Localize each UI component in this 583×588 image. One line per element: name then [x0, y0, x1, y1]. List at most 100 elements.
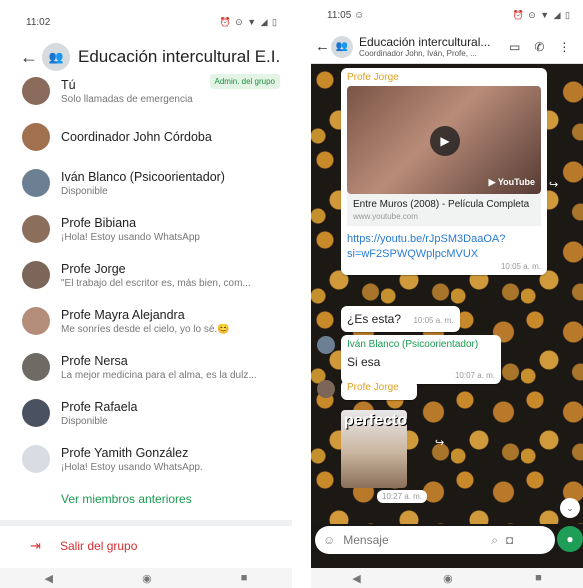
chat-title: Educación intercultural... — [359, 35, 491, 49]
status-time: 11:02 — [26, 16, 51, 28]
member-name: Profe Mayra Alejandra — [61, 307, 185, 322]
video-call-icon[interactable]: ▭ — [509, 40, 520, 54]
avatar — [22, 445, 50, 473]
member-name: Coordinador John Córdoba — [61, 130, 212, 144]
group-title[interactable]: Educación intercultural E.I. — [78, 47, 288, 67]
status-bar: 11:02 ⏰ ⊙ ▼ ◢ ▯ — [0, 0, 292, 44]
forward-icon[interactable]: ↪ — [549, 178, 558, 191]
nav-home-icon[interactable]: ◉ — [142, 572, 152, 585]
member-name: Iván Blanco (Psicoorientador) — [61, 169, 225, 184]
member-row-jorge[interactable]: Profe Jorge "El trabajo del escritor es, … — [0, 252, 292, 298]
system-nav-bar: ◀ ◉ ■ — [0, 568, 292, 588]
mic-button[interactable]: ● — [557, 526, 583, 552]
message-input-bar: ☺ ⌕ ◘ — [315, 526, 555, 554]
nav-recents-icon[interactable]: ■ — [535, 572, 542, 584]
sticker-image[interactable]: perfecto — [341, 410, 407, 488]
link-preview[interactable]: Entre Muros (2008) - Película Completa w… — [347, 194, 541, 226]
message-text: Si esa — [347, 355, 381, 369]
nav-home-icon[interactable]: ◉ — [443, 572, 453, 585]
nav-back-icon[interactable]: ◀ — [45, 572, 53, 585]
avatar — [22, 307, 50, 335]
view-past-members-link[interactable]: Ver miembros anteriores — [61, 492, 192, 506]
chat-screen: 11:05 ☺ ⏰ ⊙ ▼ ◢ ▯ ← 👥 Educación intercul… — [311, 0, 583, 588]
member-row-nersa[interactable]: Profe Nersa La mejor medicina para el alm… — [0, 344, 292, 390]
nav-recents-icon[interactable]: ■ — [241, 572, 248, 584]
sticker-text: perfecto — [344, 412, 408, 429]
video-thumbnail[interactable]: ▶ ▶ YouTube — [347, 86, 541, 194]
chat-header: ← 👥 Educación intercultural... Coordinad… — [311, 30, 583, 64]
member-status: ¡Hola! Estoy usando WhatsApp. — [61, 461, 203, 473]
admin-badge: Admin. del grupo — [209, 74, 280, 89]
sender-avatar[interactable] — [317, 380, 335, 398]
group-avatar[interactable]: 👥 — [331, 35, 353, 58]
member-row-john[interactable]: Coordinador John Córdoba — [0, 114, 292, 160]
member-row-mayra[interactable]: Profe Mayra Alejandra Me sonríes desde el… — [0, 298, 292, 344]
avatar — [22, 123, 50, 151]
back-arrow-icon[interactable]: ← — [20, 47, 42, 68]
member-name: Profe Nersa — [61, 353, 128, 368]
member-status: "El trabajo del escritor es, más bien, c… — [61, 277, 251, 289]
message-time: 10:05 a. m. — [413, 316, 454, 325]
member-status: ¡Hola! Estoy usando WhatsApp — [61, 231, 200, 243]
member-name: Profe Jorge — [61, 261, 126, 276]
sender-avatar[interactable] — [317, 336, 335, 354]
member-status: La mejor medicina para el alma, es la du… — [61, 369, 257, 381]
message-input[interactable] — [343, 533, 484, 547]
system-nav-bar: ◀ ◉ ■ — [311, 568, 583, 588]
message-text: ¿Es esta? — [347, 312, 402, 326]
chat-title-block[interactable]: Educación intercultural... Coordinador J… — [359, 35, 499, 58]
status-icons: ⏰ ⊙ ▼ ◢ ▯ — [512, 9, 571, 20]
nav-back-icon[interactable]: ◀ — [352, 572, 360, 585]
member-row-bibiana[interactable]: Profe Bibiana ¡Hola! Estoy usando WhatsAp… — [0, 206, 292, 252]
message-bubble-link[interactable]: Profe Jorge ▶ ▶ YouTube Entre Muros (200… — [341, 68, 547, 275]
attach-icon[interactable]: ⌕ — [491, 533, 498, 548]
member-status: Solo llamadas de emergencia — [61, 93, 193, 105]
status-icons: ⏰ ⊙ ▼ ◢ ▯ — [219, 16, 278, 27]
preview-title: Entre Muros (2008) - Película Completa — [353, 199, 530, 210]
exit-group-label: Salir del grupo — [60, 539, 138, 553]
member-row-rafaela[interactable]: Profe Rafaela Disponible — [0, 390, 292, 436]
avatar — [22, 261, 50, 289]
avatar — [22, 215, 50, 243]
message-sender: Profe Jorge — [347, 382, 399, 393]
forward-icon[interactable]: ↪ — [435, 436, 444, 449]
message-sender: Iván Blanco (Psicoorientador) — [347, 339, 479, 350]
preview-url: www.youtube.com — [353, 212, 418, 221]
status-time: 11:05 ☺ — [327, 9, 365, 21]
avatar — [22, 353, 50, 381]
member-name: Profe Rafaela — [61, 399, 138, 414]
message-link[interactable]: https://youtu.be/rJpSM3DaaOA?si=wF2SPWQW… — [347, 232, 541, 262]
message-time: 10:27 a. m. — [377, 490, 428, 503]
exit-group-button[interactable]: ⇥ Salir del grupo — [30, 538, 137, 554]
section-divider — [0, 520, 292, 526]
more-options-icon[interactable]: ⋮ — [558, 40, 570, 54]
scroll-down-icon[interactable]: ⌄ — [560, 498, 580, 518]
group-info-screen: 11:02 ⏰ ⊙ ▼ ◢ ▯ ← 👥 Educación intercultu… — [0, 0, 292, 588]
member-status: Disponible — [61, 185, 108, 197]
play-icon[interactable]: ▶ — [430, 126, 460, 156]
message-time: 10:05 a. m. — [500, 262, 541, 271]
member-row-ivan[interactable]: Iván Blanco (Psicoorientador) Disponible — [0, 160, 292, 206]
members-list: Tú Solo llamadas de emergencia Admin. del… — [0, 70, 292, 482]
avatar — [22, 169, 50, 197]
chat-subtitle: Coordinador John, Iván, Profe, ... — [359, 49, 477, 58]
member-name: Profe Yamith González — [61, 445, 189, 460]
youtube-logo: ▶ YouTube — [488, 177, 535, 187]
message-bubble[interactable]: ¿Es esta? 10:05 a. m. — [341, 306, 460, 332]
member-row-yamith[interactable]: Profe Yamith González ¡Hola! Estoy usando… — [0, 436, 292, 482]
group-avatar[interactable]: 👥 — [42, 43, 70, 71]
sticker-sender-label: Profe Jorge — [341, 380, 417, 400]
message-time: 10:07 a. m. — [454, 371, 495, 380]
exit-icon: ⇥ — [30, 538, 41, 553]
member-name: Profe Bibiana — [61, 215, 137, 230]
emoji-icon[interactable]: ☺ — [323, 533, 335, 547]
member-row-tu[interactable]: Tú Solo llamadas de emergencia Admin. del… — [0, 68, 292, 114]
message-bubble[interactable]: Iván Blanco (Psicoorientador) Si esa 10:… — [341, 335, 501, 384]
phone-call-icon[interactable]: ✆ — [534, 40, 544, 54]
member-status: Me sonríes desde el cielo, yo lo sé.😊 — [61, 323, 230, 335]
group-header: ← 👥 Educación intercultural E.I. — [0, 43, 292, 71]
camera-icon[interactable]: ◘ — [506, 533, 513, 547]
avatar — [22, 399, 50, 427]
member-status: Disponible — [61, 415, 108, 427]
back-arrow-icon[interactable]: ← — [315, 38, 331, 55]
